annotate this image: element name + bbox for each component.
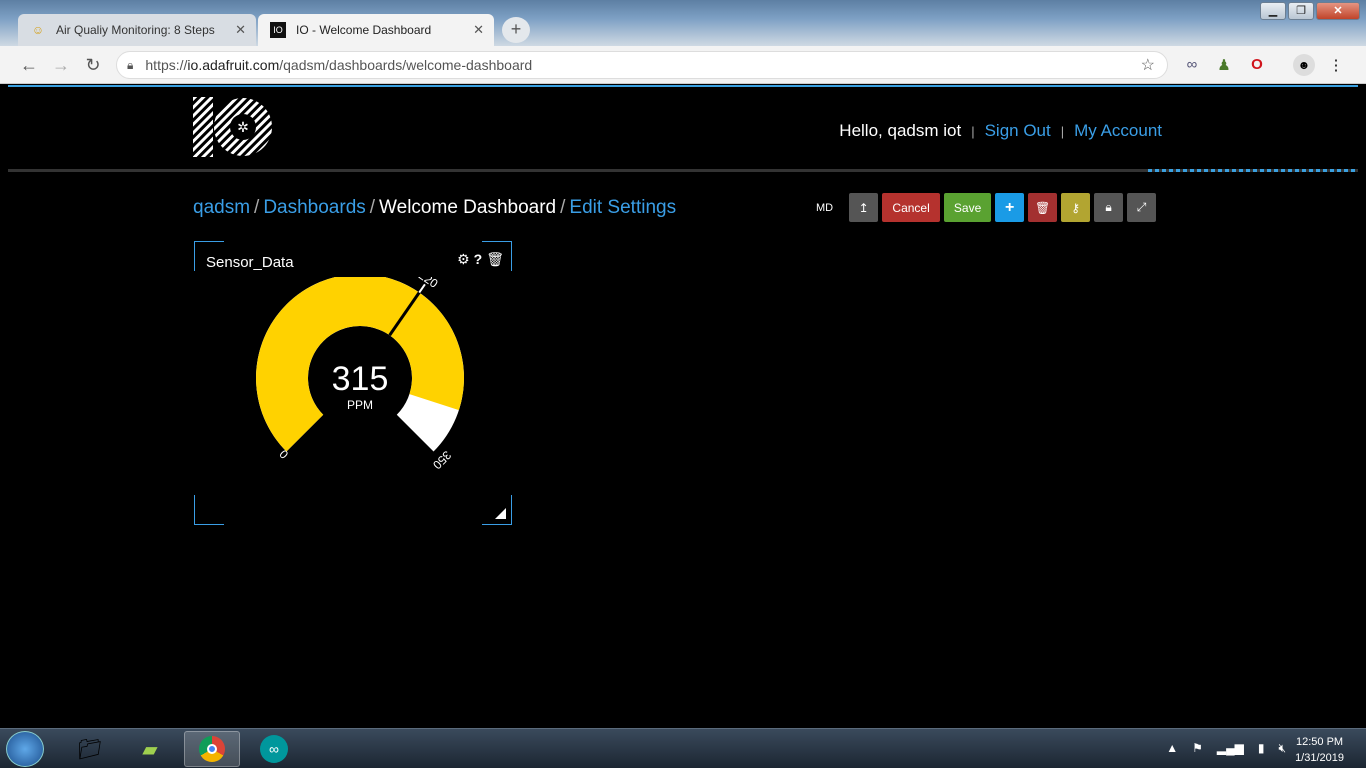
minimize-button[interactable]: ▁ [1260,2,1286,20]
window-controls: ▁ ❐ ✕ [1260,2,1360,20]
breadcrumb: qadsm / Dashboards / Welcome Dashboard /… [193,197,676,219]
svg-text:✲: ✲ [237,120,249,136]
forward-icon[interactable]: → [50,54,72,76]
sticky-notes-icon[interactable]: ▰ [122,731,178,767]
gauge: 0 220 350 315 PPM [256,277,464,472]
cancel-button[interactable]: Cancel [882,193,941,222]
bookmark-star-icon[interactable]: ☆ [1141,55,1155,75]
gauge-threshold-label: 220 [416,277,441,291]
breadcrumb-dashboards[interactable]: Dashboards [263,197,365,219]
chrome-icon[interactable] [184,731,240,767]
tab-air-quality[interactable]: ☺ Air Qualiy Monitoring: 8 Steps ✕ [18,14,256,46]
help-icon[interactable]: ? [474,251,483,268]
breadcrumb-separator: / [560,197,566,218]
delete-dashboard-button[interactable]: 🗑︎ [1028,193,1058,222]
io-logo: ✲ [193,97,272,157]
widget-controls: ⚙ ? 🗑︎ [457,251,504,268]
breadcrumb-separator: / [369,197,376,218]
close-icon[interactable]: ✕ [473,22,484,38]
show-hidden-icons-icon[interactable]: ▲ [1166,741,1178,756]
extension-icon[interactable]: ♟ [1214,56,1234,74]
close-icon[interactable]: ✕ [235,22,246,38]
edit-settings-link[interactable]: Edit Settings [569,197,676,219]
menu-icon[interactable]: ⋮ [1326,56,1346,74]
gear-icon[interactable]: ⚙ [457,251,470,268]
flag-icon[interactable]: ⚑ [1192,741,1203,756]
sign-out-link[interactable]: Sign Out [985,121,1051,141]
gauge-min-label: 0 [276,447,291,462]
breadcrumb-current: Welcome Dashboard [379,197,557,218]
clock[interactable]: 12:50 PM 1/31/2019 [1295,734,1344,766]
greeting-text: Hello, qadsm iot [839,121,962,140]
maximize-button[interactable]: ❐ [1288,2,1314,20]
network-icon[interactable]: ▂▄▆ [1217,741,1244,756]
gauge-max-label: 350 [430,448,454,472]
lock-button[interactable]: 🔒︎ [1094,193,1124,222]
start-button[interactable] [6,731,44,767]
my-account-link[interactable]: My Account [1074,121,1162,141]
loading-indicator [1148,169,1358,172]
gauge-value: 315 [332,360,389,398]
page-content: ✲ Hello, qadsm iot | Sign Out | My Accou… [8,85,1358,728]
tab-label: Air Qualiy Monitoring: 8 Steps [56,23,215,37]
taskbar: 📁︎ ▰ ∞ ▲ ⚑ ▂▄▆ ▮ 🔇︎ 12:50 PM 1/31/2019 [0,728,1366,768]
fullscreen-button[interactable]: ⤢ [1127,193,1157,222]
instructables-icon: ☺ [31,23,45,37]
resize-handle[interactable] [495,508,506,519]
opera-extension-icon[interactable]: O [1247,56,1267,73]
up-arrow-button[interactable]: ↥ [849,193,879,222]
avatar[interactable]: ☻ [1293,54,1315,76]
dashboard-actions: MD ↥ Cancel Save + 🗑︎ ⚷ 🔒︎ ⤢ [816,193,1157,222]
battery-icon[interactable]: ▮ [1258,741,1265,756]
clock-date: 1/31/2019 [1295,752,1344,764]
gauge-unit: PPM [347,398,373,412]
browser-titlebar: ☺ Air Qualiy Monitoring: 8 Steps ✕ IO IO… [0,0,1366,46]
trash-icon[interactable]: 🗑︎ [486,251,504,268]
arduino-icon[interactable]: ∞ [246,731,302,767]
user-greeting-bar: Hello, qadsm iot | Sign Out | My Account [839,121,1162,141]
file-explorer-icon[interactable]: 📁︎ [62,731,118,767]
separator: | [1060,123,1065,139]
close-window-button[interactable]: ✕ [1316,2,1360,20]
gauge-widget[interactable]: Sensor_Data ⚙ ? 🗑︎ 0 220 350 315 PPM [194,241,512,525]
io-icon: IO [270,22,286,38]
widget-corner [194,495,224,525]
separator: | [971,123,975,139]
back-icon[interactable]: ← [18,54,40,76]
infinity-extension-icon[interactable]: ∞ [1182,56,1202,73]
tab-label: IO - Welcome Dashboard [296,23,432,37]
address-bar[interactable]: 🔒︎ https://io.adafruit.com/qadsm/dashboa… [116,51,1168,79]
widget-title: Sensor_Data [206,254,294,271]
lock-icon: 🔒︎ [127,57,134,72]
url-text: https://io.adafruit.com/qadsm/dashboards… [145,57,533,73]
tab-io-dashboard[interactable]: IO IO - Welcome Dashboard ✕ [258,14,494,46]
save-button[interactable]: Save [944,193,992,222]
reload-icon[interactable]: ↻ [82,54,104,76]
clock-time: 12:50 PM [1295,736,1344,748]
system-tray: ▲ ⚑ ▂▄▆ ▮ 🔇︎ [1166,741,1286,756]
browser-toolbar: ← → ↻ 🔒︎ https://io.adafruit.com/qadsm/d… [0,46,1366,84]
size-indicator: MD [816,201,834,214]
new-tab-button[interactable]: + [502,17,530,43]
volume-muted-icon[interactable]: 🔇︎ [1278,741,1286,756]
breadcrumb-separator: / [254,197,260,218]
add-block-button[interactable]: + [995,193,1025,222]
key-button[interactable]: ⚷ [1061,193,1091,222]
gauge-threshold-tick [418,283,426,294]
breadcrumb-user[interactable]: qadsm [193,197,250,219]
